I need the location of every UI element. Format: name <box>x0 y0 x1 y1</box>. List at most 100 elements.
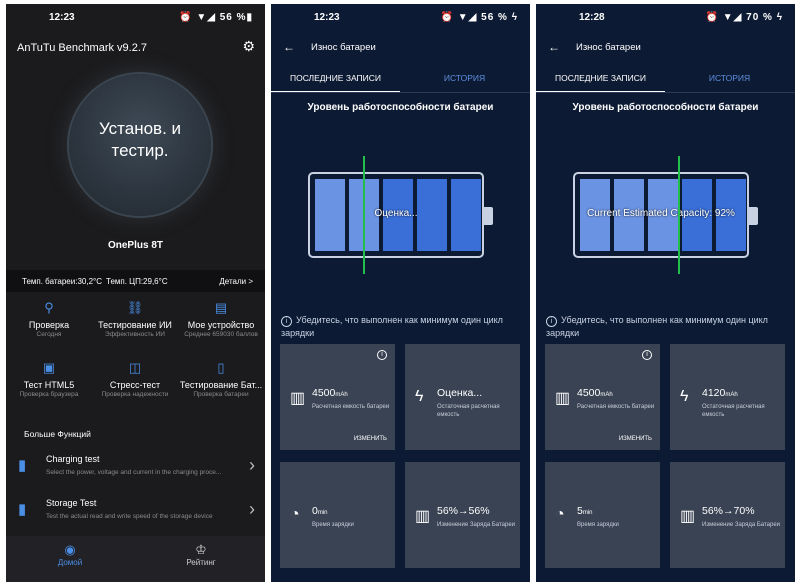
value: 4120 <box>702 387 726 399</box>
install-test-button[interactable]: Установ. и тестир. <box>69 74 211 216</box>
gauge-icon: ◔ <box>555 506 565 523</box>
battery-tip <box>484 207 493 225</box>
value: 56%→56% <box>437 505 490 517</box>
page-title: Износ батареи <box>576 42 641 53</box>
unit: mAh <box>725 392 738 398</box>
unit: min <box>582 510 593 516</box>
unit: min <box>317 510 328 516</box>
status-time: 12:28 <box>579 12 605 23</box>
func-sub: Select the power, voltage and current in… <box>46 469 222 476</box>
html5-icon: ▣ <box>42 360 56 375</box>
feature-grid: ⚲ Проверка Сегодня ⛓ Тестирование ИИ Эфф… <box>6 296 265 416</box>
tab-history[interactable]: ИСТОРИЯ <box>665 73 794 83</box>
status-icons: ⏰ ▼◢ 56 %▮ <box>179 12 253 23</box>
tab-divider <box>271 92 530 93</box>
tile-sub: Эффективность ИИ <box>105 331 165 338</box>
cpu-temp: Темп. ЦП:29,6°C <box>106 277 168 286</box>
nav-home-label: Домой <box>57 558 83 567</box>
func-sub: Test the actual read and write speed of … <box>46 513 213 520</box>
tile-my-device[interactable]: ▤ Мое устройство Среднее 659030 баллов <box>178 300 264 338</box>
storage-icon: ▮ <box>18 501 27 518</box>
design-capacity-card: i ▥ 4500mAh Расчетная емкость батареи ИЗ… <box>545 344 660 450</box>
battery-graphic: Current Estimated Capacity: 92% <box>573 172 758 258</box>
status-bar: 12:23 ⏰ ▼◢ 56 %▮ <box>6 4 265 30</box>
details-link[interactable]: Детали > <box>219 277 253 286</box>
edit-button[interactable]: ИЗМЕНИТЬ <box>619 436 652 442</box>
battery-wear-screen-estimating: 12:23 ⏰ ▼◢ 56 % ϟ ← Износ батареи ПОСЛЕД… <box>271 4 530 582</box>
tile-stress[interactable]: ◫ Стресс-тест Проверка надежности <box>92 360 178 398</box>
nav-ranking[interactable]: ♔ Рейтинг <box>161 542 241 567</box>
cycle-note-text: Убедитесь, что выполнен как минимум один… <box>546 315 768 338</box>
edit-button[interactable]: ИЗМЕНИТЬ <box>354 436 387 442</box>
battery-label: Current Estimated Capacity: 92% <box>587 208 735 219</box>
charge-time-card: ◔ 5min Время зарядки <box>545 462 660 568</box>
tab-recent[interactable]: ПОСЛЕДНИЕ ЗАПИСИ <box>536 73 665 93</box>
tile-battery-test[interactable]: ▯ Тестирование Бат... Проверка батареи <box>178 360 264 398</box>
dial-label: Установ. и тестир. <box>69 118 211 162</box>
back-arrow-icon[interactable]: ← <box>548 40 560 54</box>
design-capacity-card: i ▥ 4500mAh Расчетная емкость батареи ИЗ… <box>280 344 395 450</box>
value: 4500 <box>312 387 336 399</box>
nav-ranking-label: Рейтинг <box>186 558 216 567</box>
value: 4500 <box>577 387 601 399</box>
home-icon: ◉ <box>64 542 76 557</box>
tile-title: Тестирование Бат... <box>179 380 263 390</box>
search-check-icon: ⚲ <box>44 300 54 315</box>
charge-time-card: ◔ 0min Время зарядки <box>280 462 395 568</box>
tile-sub: Проверка надежности <box>101 391 169 398</box>
battery-test-icon: ▯ <box>217 360 225 375</box>
charge-change-card: ▥ 56%→56% Изменение Заряда Батареи <box>405 462 520 568</box>
card-sub: Время зарядки <box>577 522 619 528</box>
tile-html5[interactable]: ▣ Тест HTML5 Проверка браузера <box>6 360 92 398</box>
lightning-icon: ϟ <box>415 388 424 405</box>
info-icon[interactable]: i <box>377 350 387 360</box>
stress-icon: ◫ <box>128 360 142 375</box>
lightning-icon: ϟ <box>680 388 689 405</box>
gear-icon[interactable]: ⚙ <box>242 38 255 55</box>
tile-check[interactable]: ⚲ Проверка Сегодня <box>6 300 92 338</box>
storage-test-item[interactable]: ▮ Storage Test Test the actual read and … <box>12 492 259 532</box>
value: 56%→70% <box>702 505 755 517</box>
battery-label: Оценка... <box>374 208 418 219</box>
card-sub: Расчетная емкость батареи <box>312 404 390 410</box>
status-icons: ⏰ ▼◢ 56 % ϟ <box>440 12 518 23</box>
chevron-right-icon: › <box>249 499 255 519</box>
ai-network-icon: ⛓ <box>126 300 144 315</box>
unit: mAh <box>335 392 348 398</box>
dial-label-line2: тестир. <box>111 141 169 160</box>
func-title: Charging test <box>46 454 100 464</box>
health-heading: Уровень работоспособности батареи <box>572 102 759 113</box>
info-icon[interactable]: i <box>642 350 652 360</box>
back-arrow-icon[interactable]: ← <box>283 40 295 54</box>
battery-temp: Темп. батареи:30,2°C <box>22 277 102 286</box>
charging-test-item[interactable]: ▮ Charging test Select the power, voltag… <box>12 448 259 488</box>
more-functions-title: Больше Функций <box>24 429 91 439</box>
tile-title: Проверка <box>28 320 70 330</box>
func-title: Storage Test <box>46 498 97 508</box>
tab-history[interactable]: ИСТОРИЯ <box>400 73 529 83</box>
card-value: 5min <box>577 505 593 517</box>
tile-ai-test[interactable]: ⛓ Тестирование ИИ Эффективность ИИ <box>92 300 178 338</box>
scan-line <box>678 156 680 274</box>
status-time: 12:23 <box>314 12 340 23</box>
status-time: 12:23 <box>49 12 75 23</box>
cycle-note-text: Убедитесь, что выполнен как минимум один… <box>281 315 503 338</box>
card-sub: Изменение Заряда Батареи <box>437 522 516 528</box>
tile-title: Стресс-тест <box>109 380 161 390</box>
tile-sub: Сегодня <box>36 331 62 338</box>
card-value: 4120mAh <box>702 387 738 399</box>
tab-divider <box>536 92 795 93</box>
battery-wear-screen-result: 12:28 ⏰ ▼◢ 70 % ϟ ← Износ батареи ПОСЛЕД… <box>536 4 795 582</box>
card-value: Оценка... <box>437 387 482 399</box>
card-value: 56%→56% <box>437 505 490 517</box>
chevron-right-icon: › <box>249 455 255 475</box>
nav-home[interactable]: ◉ Домой <box>30 542 110 567</box>
temperature-bar: Темп. батареи:30,2°C Темп. ЦП:29,6°C Дет… <box>6 270 265 292</box>
card-value: 4500mAh <box>577 387 613 399</box>
status-bar: 12:23 ⏰ ▼◢ 56 % ϟ <box>271 4 530 30</box>
tab-bar: ПОСЛЕДНИЕ ЗАПИСИ ИСТОРИЯ <box>271 66 530 93</box>
tab-recent[interactable]: ПОСЛЕДНИЕ ЗАПИСИ <box>271 73 400 93</box>
gauge-icon: ◔ <box>290 506 300 523</box>
battery-graphic: Оценка... <box>308 172 493 258</box>
tile-title: Тестирование ИИ <box>98 320 172 330</box>
